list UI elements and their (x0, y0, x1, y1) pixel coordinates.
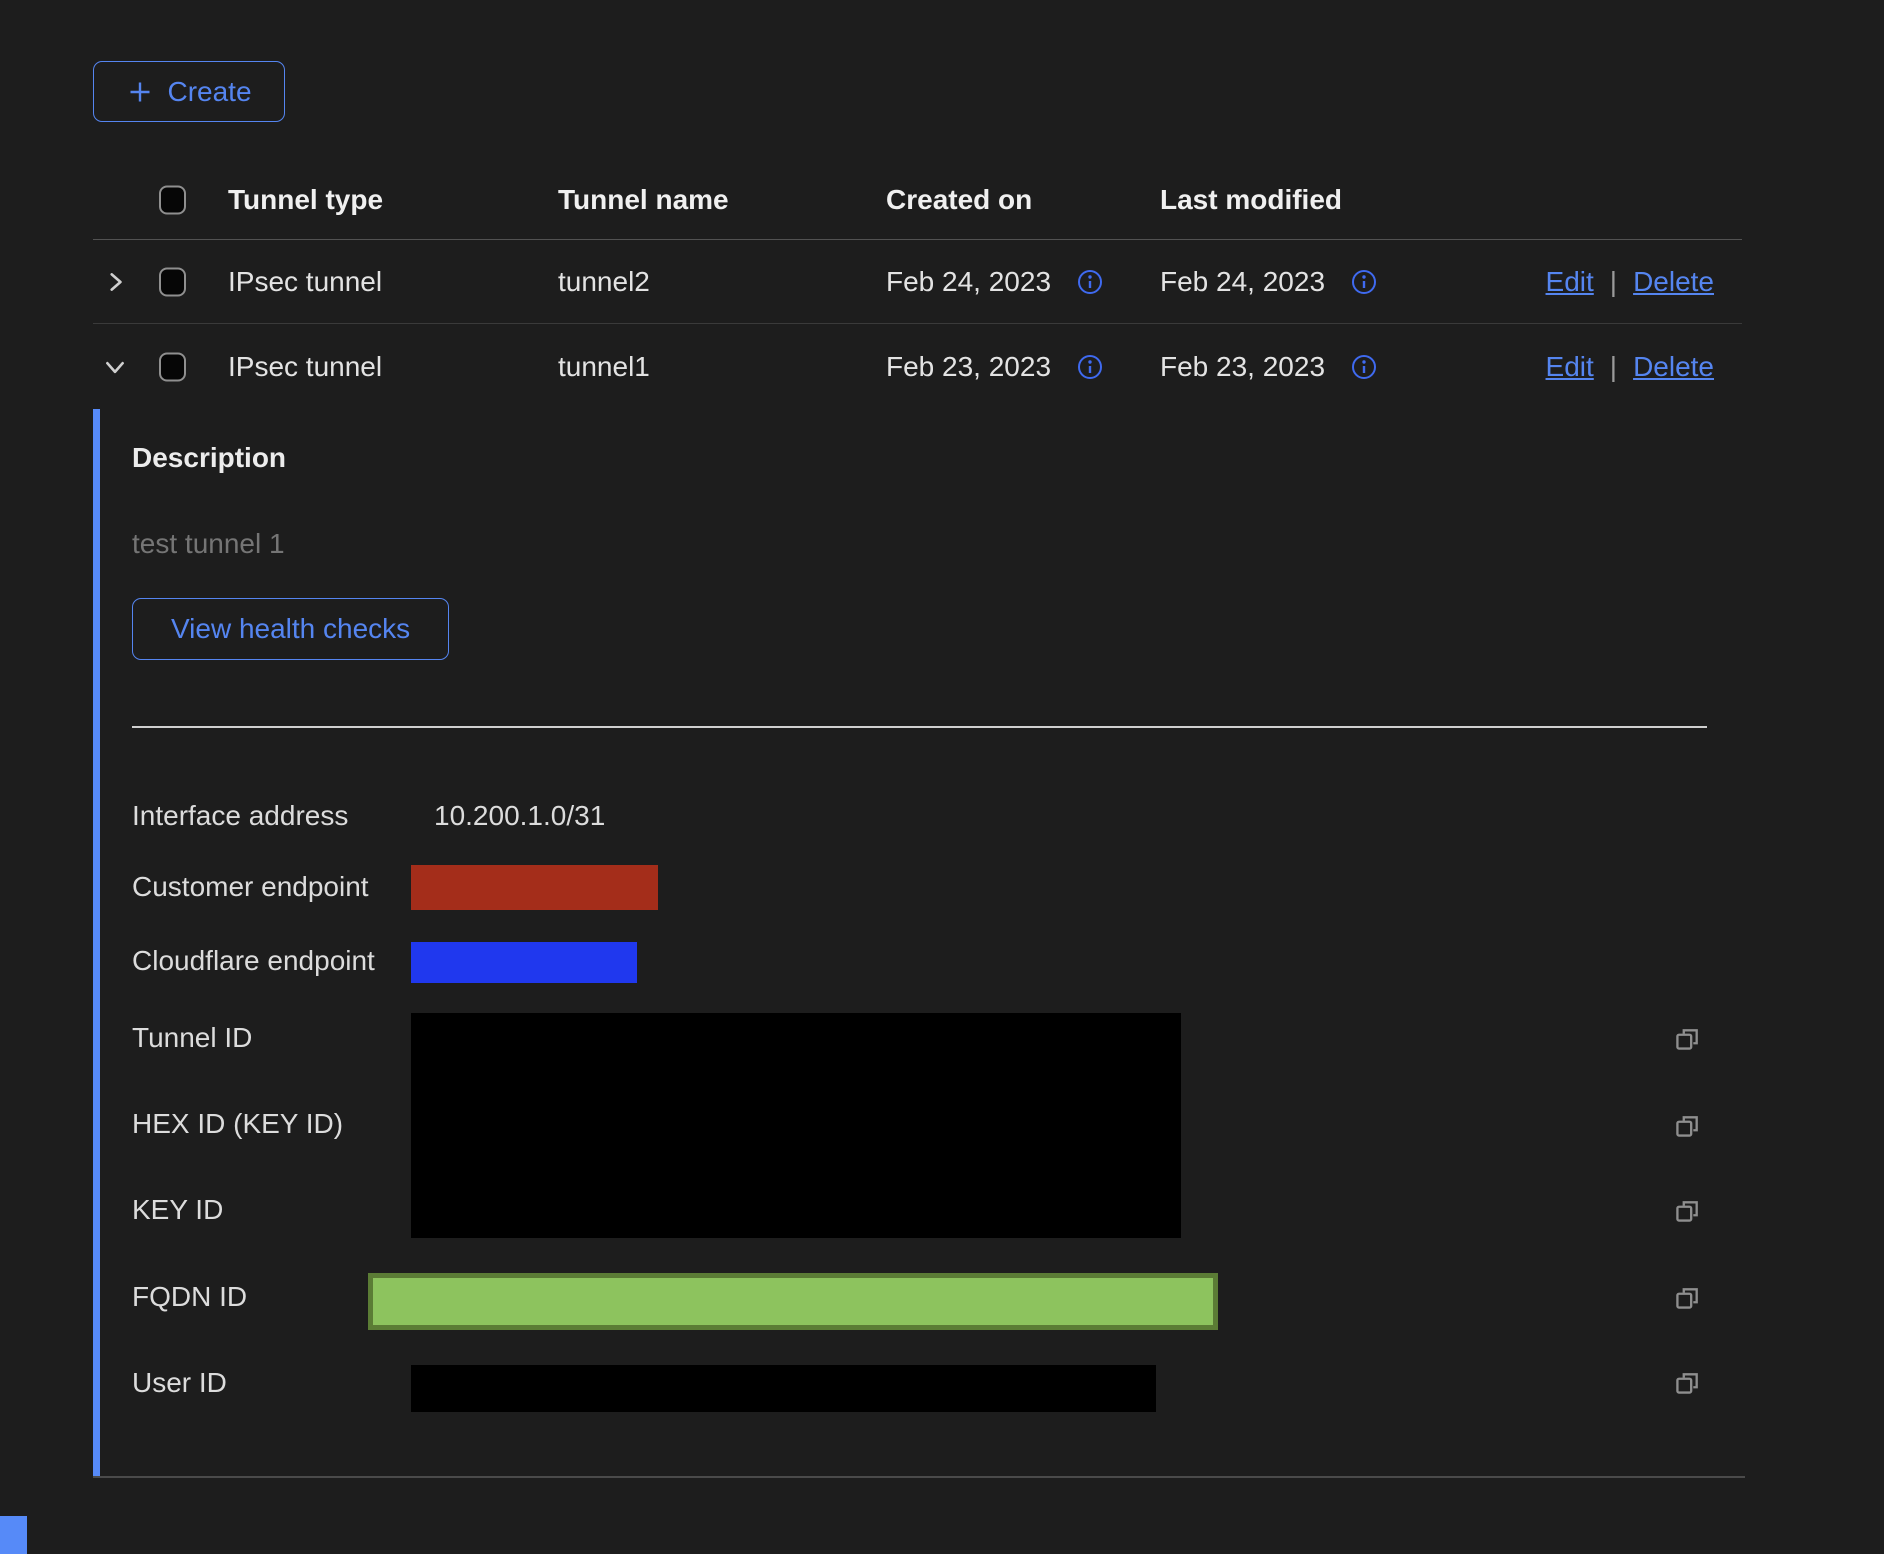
info-icon[interactable] (1351, 354, 1377, 380)
redacted-customer-endpoint (411, 865, 658, 910)
description-label: Description (132, 442, 286, 474)
edit-link[interactable]: Edit (1546, 266, 1594, 298)
delete-link[interactable]: Delete (1633, 351, 1714, 383)
action-separator: | (1610, 351, 1617, 383)
field-label: KEY ID (132, 1194, 223, 1226)
header-tunnel-name: Tunnel name (558, 184, 729, 216)
copy-user-id-button[interactable] (1670, 1365, 1706, 1401)
row-checkbox[interactable] (159, 353, 186, 382)
copy-icon (1670, 1021, 1706, 1057)
expanded-tunnel-panel: Description test tunnel 1 View health ch… (93, 409, 1745, 1478)
redacted-user-id (411, 1365, 1156, 1412)
copy-icon (1670, 1365, 1706, 1401)
create-button-label: Create (167, 76, 251, 108)
collapse-row-button[interactable] (103, 355, 133, 379)
header-created-on: Created on (886, 184, 1032, 216)
created-on-cell: Feb 23, 2023 (886, 351, 1051, 383)
last-modified-cell: Feb 23, 2023 (1160, 351, 1325, 383)
plus-icon (126, 78, 154, 106)
field-value: 10.200.1.0/31 (434, 800, 605, 832)
field-label: Interface address (132, 800, 348, 832)
chevron-down-icon (103, 355, 127, 379)
tunnel-name-cell: tunnel2 (558, 266, 650, 298)
action-separator: | (1610, 266, 1617, 298)
table-row: IPsec tunnel tunnel2 Feb 24, 2023 Feb 24… (93, 241, 1742, 324)
select-all-checkbox[interactable] (159, 185, 186, 214)
field-label: Tunnel ID (132, 1022, 252, 1054)
copy-tunnel-id-button[interactable] (1670, 1021, 1706, 1057)
field-label: Customer endpoint (132, 871, 369, 903)
copy-fqdn-id-button[interactable] (1670, 1280, 1706, 1316)
create-button[interactable]: Create (93, 61, 285, 122)
info-icon[interactable] (1077, 269, 1103, 295)
edit-link[interactable]: Edit (1546, 351, 1594, 383)
copy-key-id-button[interactable] (1670, 1193, 1706, 1229)
table-row: IPsec tunnel tunnel1 Feb 23, 2023 Feb 23… (93, 325, 1742, 409)
tunnel-type-cell: IPsec tunnel (228, 266, 382, 298)
copy-icon (1670, 1280, 1706, 1316)
redacted-cloudflare-endpoint (411, 942, 637, 983)
copy-icon (1670, 1108, 1706, 1144)
view-health-checks-button[interactable]: View health checks (132, 598, 449, 660)
field-label: FQDN ID (132, 1281, 247, 1313)
redacted-id-block (411, 1013, 1181, 1238)
tunnels-page: Create Tunnel type Tunnel name Created o… (0, 0, 1884, 1554)
field-label: HEX ID (KEY ID) (132, 1108, 343, 1140)
field-label: User ID (132, 1367, 227, 1399)
expand-row-button[interactable] (103, 270, 133, 294)
last-modified-cell: Feb 24, 2023 (1160, 266, 1325, 298)
info-icon[interactable] (1351, 269, 1377, 295)
bottom-left-accent (0, 1516, 27, 1554)
copy-icon (1670, 1193, 1706, 1229)
header-tunnel-type: Tunnel type (228, 184, 383, 216)
description-value: test tunnel 1 (132, 528, 285, 560)
delete-link[interactable]: Delete (1633, 266, 1714, 298)
panel-divider (132, 726, 1707, 728)
copy-hex-id-button[interactable] (1670, 1108, 1706, 1144)
chevron-right-icon (103, 270, 127, 294)
field-label: Cloudflare endpoint (132, 945, 375, 977)
info-icon[interactable] (1077, 354, 1103, 380)
redacted-fqdn-id (368, 1273, 1218, 1330)
expanded-accent-bar (93, 409, 100, 1476)
tunnel-name-cell: tunnel1 (558, 351, 650, 383)
header-last-modified: Last modified (1160, 184, 1342, 216)
created-on-cell: Feb 24, 2023 (886, 266, 1051, 298)
tunnel-type-cell: IPsec tunnel (228, 351, 382, 383)
table-header-row: Tunnel type Tunnel name Created on Last … (93, 160, 1742, 240)
row-checkbox[interactable] (159, 268, 186, 297)
